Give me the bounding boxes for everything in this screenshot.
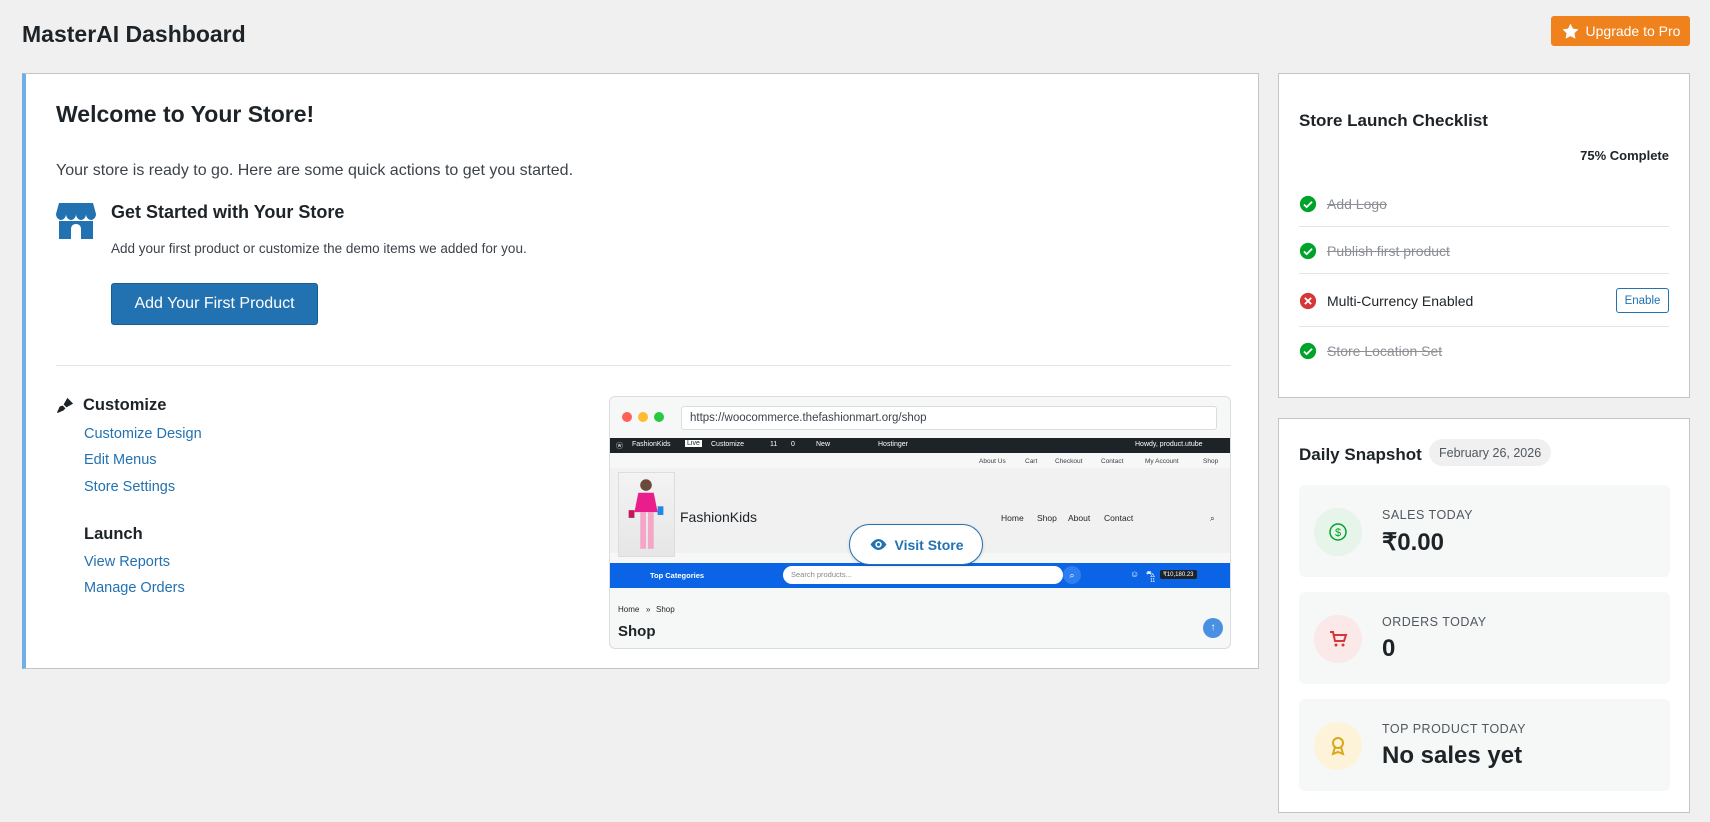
check-circle-icon	[1299, 342, 1317, 360]
live-badge: Live	[685, 440, 702, 447]
visit-store-label: Visit Store	[894, 536, 964, 553]
launch-heading: Launch	[84, 525, 143, 543]
stat-value: ₹0.00	[1382, 529, 1444, 556]
stat-label: TOP PRODUCT TODAY	[1382, 722, 1526, 736]
star-icon	[1562, 23, 1578, 39]
divider	[56, 365, 1231, 366]
store-preview[interactable]: https://woocommerce.thefashionmart.org/s…	[609, 396, 1231, 649]
dollar-icon: $	[1314, 508, 1362, 556]
customize-design-link[interactable]: Customize Design	[84, 426, 202, 442]
maximize-dot	[654, 412, 664, 422]
checklist-item-label: Multi-Currency Enabled	[1327, 292, 1474, 309]
stat-value: 0	[1382, 635, 1396, 662]
customize-heading-text: Customize	[83, 396, 167, 414]
stat-orders: ORDERS TODAY 0	[1299, 592, 1670, 684]
checklist-item-label: Store Location Set	[1327, 343, 1443, 359]
menu-contact: Contact	[1104, 513, 1134, 523]
model-image	[618, 472, 675, 557]
date-badge: February 26, 2026	[1429, 439, 1552, 466]
admin-hostinger: Hostinger	[878, 441, 908, 448]
upgrade-label: Upgrade to Pro	[1585, 23, 1681, 39]
topnav-cart: Cart	[1025, 458, 1038, 465]
preview-site-name: FashionKids	[680, 509, 758, 525]
checklist-item: Publish first product	[1299, 228, 1669, 274]
customize-heading: Customize	[56, 396, 166, 415]
preview-url: https://woocommerce.thefashionmart.org/s…	[681, 406, 1217, 430]
store-settings-link[interactable]: Store Settings	[84, 479, 175, 495]
user-icon: ☺	[1130, 569, 1140, 579]
award-icon	[1314, 722, 1362, 770]
manage-orders-link[interactable]: Manage Orders	[84, 580, 185, 596]
preview-browser-bar: https://woocommerce.thefashionmart.org/s…	[610, 397, 1230, 438]
preview-search-icon: ⌕	[1210, 513, 1215, 523]
checklist-item-label: Add Logo	[1327, 195, 1387, 212]
menu-home: Home	[1001, 513, 1024, 523]
minimize-dot	[638, 412, 648, 422]
cart-icon	[1314, 615, 1362, 663]
checklist-item-label: Publish first product	[1327, 242, 1450, 259]
checklist-item: Add Logo	[1299, 181, 1669, 227]
welcome-title: Welcome to Your Store!	[56, 101, 315, 127]
preview-search: Search products...	[783, 566, 1063, 584]
upgrade-button[interactable]: Upgrade to Pro	[1551, 16, 1690, 46]
visit-store-button[interactable]: Visit Store	[849, 524, 983, 565]
eye-icon	[870, 538, 886, 551]
snapshot-title: Daily Snapshot	[1299, 445, 1422, 464]
cart-count: 11	[1150, 578, 1156, 584]
welcome-intro: Your store is ready to go. Here are some…	[56, 162, 574, 179]
welcome-card: Welcome to Your Store! Your store is rea…	[22, 73, 1259, 669]
store-icon	[56, 203, 96, 239]
cart-total: ₹10,180.23	[1160, 570, 1197, 579]
daily-snapshot-card: Daily Snapshot February 26, 2026 $ SALES…	[1278, 418, 1690, 813]
menu-about: About	[1068, 513, 1091, 523]
stat-top-product: TOP PRODUCT TODAY No sales yet	[1299, 699, 1670, 791]
breadcrumb-sep: »	[646, 605, 651, 614]
preview-search-button-icon: ⌕	[1063, 566, 1081, 584]
stat-value: No sales yet	[1382, 742, 1523, 769]
topnav-contact: Contact	[1101, 458, 1124, 465]
brush-icon	[56, 397, 74, 414]
close-dot	[622, 412, 632, 422]
check-circle-icon	[1299, 195, 1317, 212]
top-categories: Top Categories	[650, 571, 705, 580]
error-circle-icon	[1299, 292, 1317, 309]
launch-checklist-card: Store Launch Checklist 75% Complete Add …	[1278, 73, 1690, 398]
breadcrumb-current: Shop	[656, 605, 675, 614]
enable-button[interactable]: Enable	[1616, 288, 1669, 313]
admin-new: New	[816, 441, 831, 448]
topnav-checkout: Checkout	[1055, 458, 1083, 465]
check-circle-icon	[1299, 242, 1317, 259]
checklist-item: Multi-Currency Enabled Enable	[1299, 275, 1669, 327]
checklist-item: Store Location Set	[1299, 328, 1669, 374]
wp-logo-icon: ⓦ	[616, 443, 623, 450]
get-started-desc: Add your first product or customize the …	[111, 241, 527, 256]
preview-admin-bar: ⓦ FashionKids Live Customize 11 0 New Ho…	[610, 438, 1230, 453]
breadcrumb-home: Home	[618, 605, 640, 614]
checklist-title: Store Launch Checklist	[1299, 111, 1488, 130]
edit-menus-link[interactable]: Edit Menus	[84, 452, 157, 468]
checklist-progress: 75% Complete	[1580, 148, 1669, 163]
admin-updates: 11	[770, 441, 778, 448]
get-started-title: Get Started with Your Store	[111, 202, 345, 222]
admin-howdy: Howdy, product.utube	[1135, 441, 1203, 448]
add-first-product-button[interactable]: Add Your First Product	[111, 283, 318, 325]
admin-customize: Customize	[711, 441, 745, 448]
stat-sales: $ SALES TODAY ₹0.00	[1299, 485, 1670, 577]
topnav-about: About Us	[979, 458, 1006, 465]
admin-comments: 0	[791, 441, 795, 448]
svg-text:$: $	[1335, 527, 1341, 539]
menu-shop: Shop	[1037, 513, 1057, 523]
view-reports-link[interactable]: View Reports	[84, 554, 170, 570]
stat-label: SALES TODAY	[1382, 508, 1473, 522]
stat-label: ORDERS TODAY	[1382, 615, 1487, 629]
scroll-top-icon: ↑	[1203, 618, 1223, 638]
admin-site: FashionKids	[632, 441, 671, 448]
topnav-shop: Shop	[1203, 458, 1219, 465]
preview-page-heading: Shop	[618, 623, 656, 640]
page-title: MasterAI Dashboard	[22, 21, 246, 47]
topnav-account: My Account	[1145, 458, 1179, 465]
